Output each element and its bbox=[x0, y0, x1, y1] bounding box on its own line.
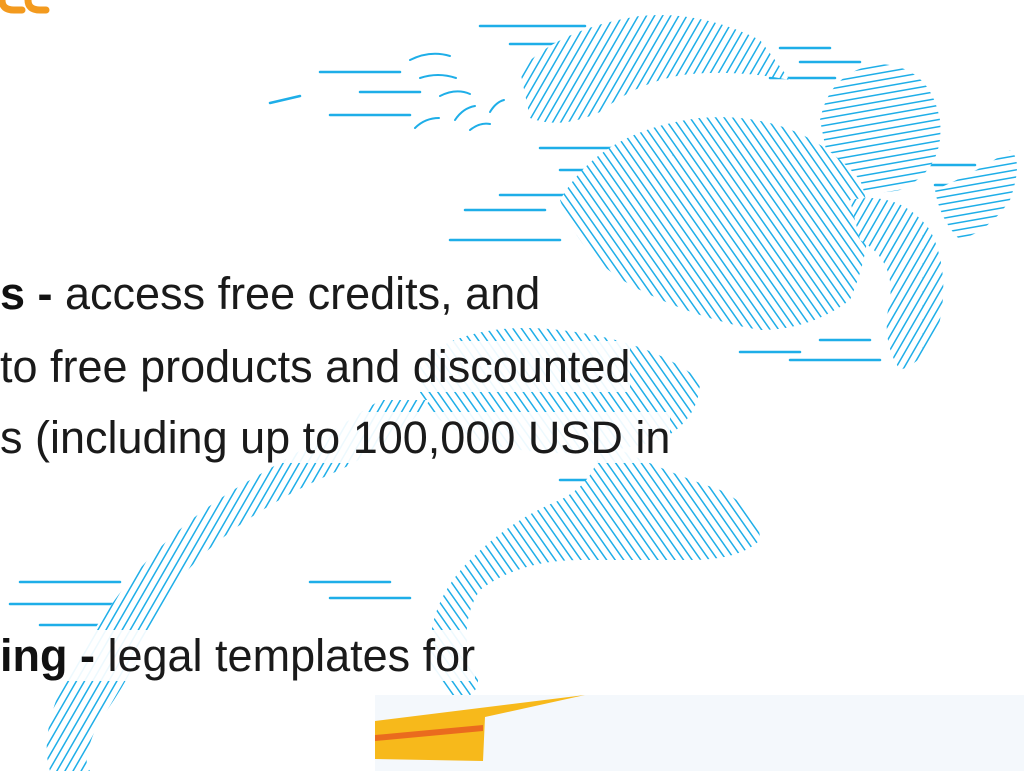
article-page: s - access free credits, and to free pro… bbox=[0, 0, 1024, 771]
brand-logo-icon bbox=[0, 0, 50, 14]
paper-plane-accent-icon bbox=[375, 695, 585, 761]
benefit-line-credits-text: access free credits, and bbox=[52, 268, 541, 319]
rear-arm bbox=[520, 15, 790, 123]
benefit-line-products-text: to free products and discounted bbox=[0, 341, 631, 392]
benefit-line-amount: s (including up to 100,000 USD in bbox=[0, 410, 671, 466]
benefit-line-amount-text: s (including up to 100,000 USD in bbox=[0, 412, 671, 463]
arm-wisps bbox=[409, 52, 505, 131]
front-arm bbox=[850, 198, 944, 370]
front-hand bbox=[935, 150, 1017, 240]
benefit-line-legal: ing - legal templates for bbox=[0, 628, 476, 684]
front-leg bbox=[430, 440, 760, 700]
benefit-line-legal-bold: ing - bbox=[0, 630, 95, 681]
benefit-line-products: to free products and discounted bbox=[0, 339, 631, 395]
benefit-line-legal-text: legal templates for bbox=[94, 630, 476, 681]
benefit-line-credits: s - access free credits, and bbox=[0, 266, 541, 322]
benefit-line-credits-bold: s - bbox=[0, 268, 53, 319]
